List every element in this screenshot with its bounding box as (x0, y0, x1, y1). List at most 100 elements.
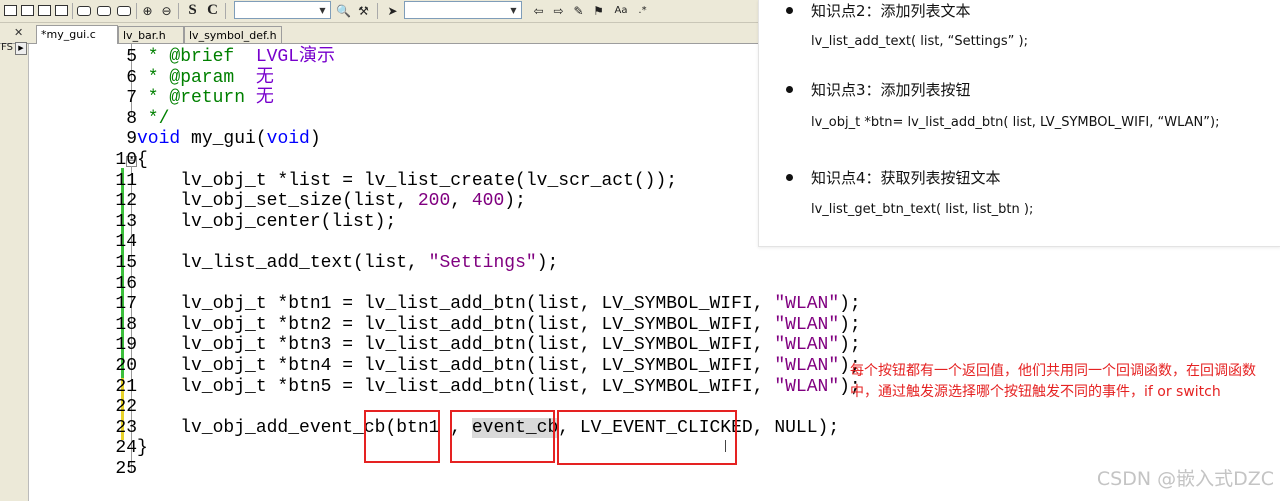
code-text: lv_obj_t *btn3 = lv_list_add_btn(list, L… (137, 335, 861, 356)
code-token: LVGL演示 (255, 47, 336, 67)
window-tile-icon[interactable] (19, 2, 36, 19)
project-panel (0, 44, 29, 501)
code-token: lv_list_add_text(list, (137, 253, 429, 273)
tab-lv-bar[interactable]: lv_bar.h (118, 26, 184, 43)
find-icon[interactable]: 🔍 (335, 2, 352, 19)
code-token: void (137, 129, 181, 150)
code-text: lv_obj_center(list); (137, 212, 396, 233)
window-icon[interactable] (2, 2, 19, 19)
code-token: ); (839, 294, 861, 315)
code-text: lv_obj_t *btn4 = lv_list_add_btn(list, L… (137, 356, 861, 377)
code-text: lv_obj_t *list = lv_list_create(lv_scr_a… (137, 171, 677, 192)
code-text: void my_gui(void) (137, 129, 321, 150)
symbol-combo[interactable]: ▼ (404, 1, 522, 19)
fs-label: FS (1, 42, 13, 53)
code-token: lv_obj_t *list = lv_list_create(lv_scr_a… (137, 170, 678, 191)
line-number: 17 (115, 294, 137, 315)
code-text: lv_obj_t *btn5 = lv_list_add_btn(list, L… (137, 377, 861, 398)
code-text: lv_obj_t *btn2 = lv_list_add_btn(list, L… (137, 315, 861, 336)
line-number: 16 (115, 273, 137, 294)
line-number: 13 (115, 211, 137, 232)
save-s-icon[interactable]: S (184, 2, 201, 19)
code-token: lv_obj_t *btn2 = lv_list_add_btn(list, L… (137, 314, 775, 335)
code-token: ); (504, 191, 526, 212)
code-token: lv_obj_t *btn5 = lv_list_add_btn(list, L… (137, 376, 775, 397)
line-number: 6 (126, 67, 137, 88)
code-token: "WLAN" (774, 314, 840, 335)
zoom-out-icon[interactable]: ⊖ (158, 2, 175, 19)
line-number: 25 (115, 459, 137, 479)
code-text: lv_obj_t *btn1 = lv_list_add_btn(list, L… (137, 294, 861, 315)
line-number: 5 (126, 47, 137, 67)
note-title-2: 知识点2：添加列表文本 (811, 2, 971, 20)
code-token: void (266, 129, 310, 150)
line-number: 18 (115, 314, 137, 335)
line-number: 19 (115, 335, 137, 356)
window-cascade-icon[interactable] (36, 2, 53, 19)
code-token: "WLAN" (774, 294, 840, 315)
note-code-4: lv_list_get_btn_text( list, list_btn ); (811, 202, 1034, 217)
code-token: my_gui( (180, 129, 267, 150)
line-number: 10 (115, 150, 137, 170)
frame-round-icon[interactable] (115, 2, 132, 19)
toolbar: ⊕ ⊖ S C ▼ 🔍 ⚒ ➤ ▼ ⇦ ⇨ ✎ ⚑ Aa .* (0, 0, 760, 23)
code-token: */ (137, 108, 170, 129)
tab-lv-symbol-def[interactable]: lv_symbol_def.h (184, 26, 282, 43)
code-token: lv_obj_t *btn1 = lv_list_add_btn(list, L… (137, 294, 775, 315)
pen-icon[interactable]: ✎ (570, 2, 587, 19)
line-number: 24 (115, 438, 137, 459)
bookmark-icon[interactable]: ⚑ (590, 2, 607, 19)
highlight-box-event-cb (450, 410, 555, 463)
back-arrow-icon[interactable]: ⇦ (530, 2, 547, 19)
code-token: { (137, 150, 148, 170)
forward-arrow-icon[interactable]: ⇨ (550, 2, 567, 19)
code-token: lv_obj_t *btn4 = lv_list_add_btn(list, L… (137, 356, 775, 376)
line-number: 9 (126, 129, 137, 150)
compile-c-icon[interactable]: C (204, 2, 221, 19)
zoom-in-icon[interactable]: ⊕ (139, 2, 156, 19)
line-number: 20 (115, 356, 137, 376)
watermark: CSDN @嵌入式DZC (1096, 468, 1274, 490)
code-token: 无 (255, 88, 274, 109)
line-number: 15 (115, 253, 137, 273)
code-token: "WLAN" (774, 376, 840, 397)
code-token: * @brief (137, 47, 256, 67)
line-number: 11 (115, 170, 137, 191)
code-token: "Settings" (428, 253, 537, 273)
highlight-box-event-clicked (557, 410, 737, 465)
highlight-box-btn1 (364, 410, 440, 463)
frame-alt-icon[interactable] (95, 2, 112, 19)
note-code-2: lv_list_add_text( list, “Settings” ); (811, 34, 1028, 49)
code-token: ) (309, 129, 321, 150)
tab-my-gui[interactable]: *my_gui.c (36, 25, 118, 44)
regex-icon[interactable]: .* (634, 2, 651, 19)
jump-icon[interactable]: ➤ (384, 2, 401, 19)
font-icon[interactable]: Aa (610, 2, 632, 19)
code-token: ); (839, 314, 861, 335)
window-list-icon[interactable] (53, 2, 70, 19)
code-token: lv_obj_set_size(list, (137, 191, 418, 212)
tools-icon[interactable]: ⚒ (355, 2, 372, 19)
frame-icon[interactable] (75, 2, 92, 19)
code-text: lv_list_add_text(list, "Settings"); (137, 253, 558, 274)
code-token: lv_obj_center(list); (137, 211, 397, 232)
code-token: , (450, 191, 472, 212)
code-token: 200 (417, 191, 451, 212)
code-token: * @return (137, 88, 256, 109)
code-text: lv_obj_set_size(list, 200, 400); (137, 191, 526, 212)
code-text: { (137, 150, 148, 171)
close-icon[interactable]: ✕ (14, 26, 23, 39)
line-number: 14 (115, 232, 137, 253)
code-text: * @brief LVGL演示 (137, 47, 335, 68)
chevron-right-icon[interactable]: ▶ (15, 42, 27, 55)
code-token: 400 (471, 191, 505, 212)
scope-combo[interactable]: ▼ (234, 1, 331, 19)
code-token: ); (839, 335, 861, 356)
line-number: 7 (126, 88, 137, 109)
note-title-4: 知识点4：获取列表按钮文本 (811, 169, 1001, 187)
bullet-icon (786, 7, 793, 14)
code-text: */ (137, 108, 170, 130)
bullet-icon (786, 174, 793, 181)
tab-strip: ✕ *my_gui.c lv_bar.h lv_symbol_def.h (0, 23, 760, 44)
code-token: * @param (137, 67, 256, 88)
